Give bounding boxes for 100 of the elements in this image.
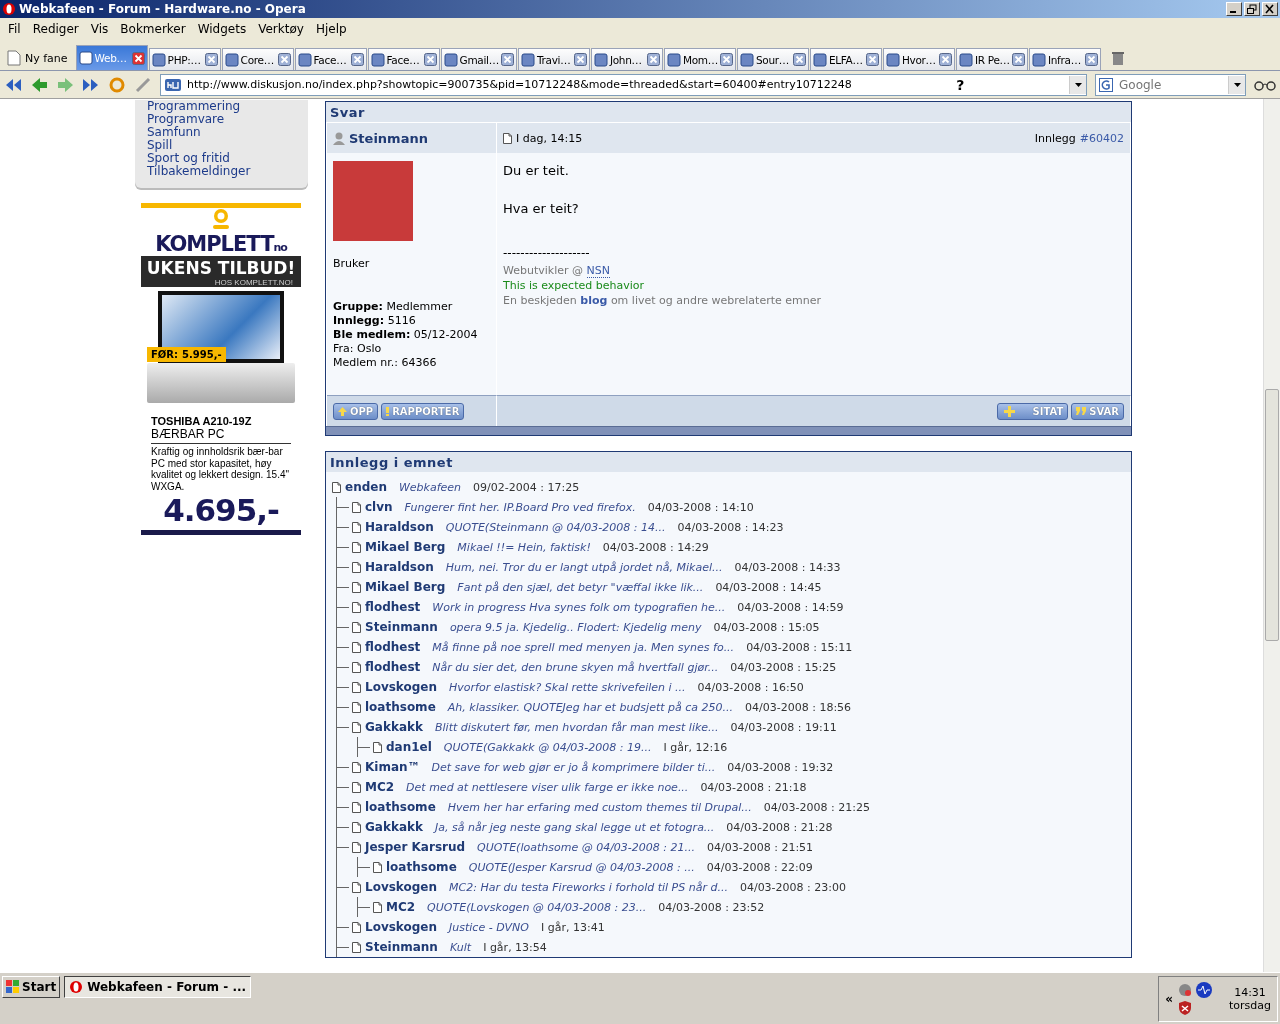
menu-item[interactable]: Rediger bbox=[26, 22, 85, 36]
browser-tab[interactable]: PHP:… bbox=[148, 48, 221, 70]
thread-post-link[interactable]: Kult bbox=[449, 940, 472, 954]
thread-post-link[interactable]: Justice - DVNO bbox=[449, 920, 529, 934]
thread-author-link[interactable]: clvn bbox=[365, 500, 393, 514]
advert-banner[interactable]: KOMPLETTno UKENS TILBUD! HOS KOMPLETT.NO! FØR: 5.995,- TOSHIBA A210-19Z BÆRBAR PC Kraftig og innholdsrik bær-bar PC med stor kapasitet, høy kvalitet og lekkert design. 15.4" WXGA. 4.695,- bbox=[141, 203, 301, 535]
minimize-icon[interactable] bbox=[1226, 2, 1242, 16]
caret-icon[interactable] bbox=[1233, 82, 1241, 87]
favicon-icon bbox=[78, 51, 93, 65]
thread-author-link[interactable]: Mikael Berg bbox=[365, 580, 446, 594]
menu-item[interactable]: Verktøy bbox=[252, 22, 310, 36]
address-field[interactable]: http://www.diskusjon.no/index.php?showtopic=900735&pid=10712248&mode=threaded&start=60400#entry10712248 ? bbox=[160, 73, 1087, 96]
thread-author-link[interactable]: Steinmann bbox=[365, 620, 438, 634]
help-button[interactable]: ? bbox=[857, 76, 1063, 93]
trash-icon[interactable] bbox=[1109, 50, 1126, 66]
page-icon bbox=[352, 941, 361, 953]
thread-post-link[interactable]: Det med at nettlesere viser ulik farge er ikke noe... bbox=[406, 780, 689, 794]
thread-author-link[interactable]: Gakkakk bbox=[365, 820, 423, 834]
sidebar-link[interactable]: Samfunn bbox=[147, 126, 296, 139]
thread-post-link[interactable]: QUOTE(Gakkakk @ 04/03-2008 : 19... bbox=[443, 740, 652, 754]
thread-post-link[interactable]: QUOTE(loathsome @ 04/03-2008 : 21... bbox=[477, 840, 695, 854]
scroll-bar[interactable] bbox=[1263, 99, 1280, 972]
thread-author-link[interactable]: MC2 bbox=[386, 900, 416, 914]
up-arrow-icon bbox=[338, 406, 347, 416]
sidebar-link[interactable]: Tilbakemeldinger bbox=[147, 165, 296, 178]
browser-tab[interactable]: Travi… bbox=[517, 48, 590, 70]
thread-post-link[interactable]: opera 9.5 ja. Kjedelig.. Flodert: Kjedelig meny bbox=[449, 620, 702, 634]
browser-tab[interactable]: Hvor… bbox=[882, 48, 955, 70]
start-button[interactable]: Start bbox=[2, 976, 61, 998]
thread-author-link[interactable]: Haraldson bbox=[365, 560, 434, 574]
thread-post-link[interactable]: Hvorfor elastisk? Skal rette skrivefeilen i ... bbox=[449, 680, 686, 694]
thread-post-link[interactable]: Hvem her har erfaring med custom themes til Drupal... bbox=[447, 800, 752, 814]
thread-author-link[interactable]: Mikael Berg bbox=[365, 540, 446, 554]
author-name[interactable]: Steinmann bbox=[349, 130, 428, 146]
menu-item[interactable]: Widgets bbox=[191, 22, 253, 36]
thread-author-link[interactable]: flodhest bbox=[365, 600, 421, 614]
search-field[interactable]: Google bbox=[1095, 73, 1246, 96]
thread-author-link[interactable]: loathsome bbox=[365, 700, 436, 714]
post-number-link[interactable]: #60402 bbox=[1079, 131, 1124, 145]
sidebar-link[interactable]: Programvare bbox=[147, 113, 296, 126]
thread-post-link[interactable]: Hum, nei. Tror du er langt utpå jordet nå, Mikael... bbox=[445, 560, 723, 574]
thread-author-link[interactable]: Lovskogen bbox=[365, 680, 438, 694]
thread-post-link[interactable]: MC2: Har du testa Fireworks i forhold til PS når d... bbox=[449, 880, 728, 894]
sidebar-link[interactable]: Programmering bbox=[147, 100, 296, 113]
thread-author-link[interactable]: flodhest bbox=[365, 660, 421, 674]
thread-author-link[interactable]: enden bbox=[345, 480, 387, 494]
thread-author-link[interactable]: Lovskogen bbox=[365, 880, 438, 894]
tray-expand-button[interactable]: « bbox=[1165, 992, 1173, 1006]
thread-post-link[interactable]: QUOTE(Lovskogen @ 04/03-2008 : 23... bbox=[427, 900, 647, 914]
thread-author-link[interactable]: Jesper Karsrud bbox=[365, 840, 466, 854]
thread-post-link[interactable]: Ja, så når jeg neste gang skal legge ut et fotogra... bbox=[434, 820, 715, 834]
signature-link[interactable]: NSN bbox=[586, 264, 610, 278]
favicon-icon bbox=[370, 52, 385, 67]
thread-author-link[interactable]: loathsome bbox=[365, 800, 436, 814]
thread-post-link[interactable]: Fant på den sjæl, det betyr "væffal ikke lik... bbox=[457, 580, 704, 594]
thread-author-link[interactable]: Lovskogen bbox=[365, 920, 438, 934]
thread-author-link[interactable]: Steinmann bbox=[365, 940, 438, 954]
taskbar-button[interactable]: Webkafeen - Forum - ... bbox=[64, 976, 252, 998]
thread-author-link[interactable]: MC2 bbox=[365, 780, 395, 794]
thread-author-link[interactable]: Haraldson bbox=[365, 520, 434, 534]
browser-tab[interactable]: Face… bbox=[367, 48, 440, 70]
browser-tab[interactable]: Gmail… bbox=[440, 48, 517, 70]
thread-post-link[interactable]: Mikael !!= Hein, faktisk! bbox=[457, 540, 591, 554]
thread-author-link[interactable]: dan1el bbox=[386, 740, 432, 754]
dropdown-button[interactable] bbox=[1069, 75, 1086, 94]
thread-post-link[interactable]: QUOTE(Steinmann @ 04/03-2008 : 14... bbox=[445, 520, 666, 534]
browser-tab[interactable]: Infra… bbox=[1028, 48, 1101, 70]
shield-icon[interactable] bbox=[1177, 1000, 1193, 1016]
thread-author-link[interactable]: Gakkakk bbox=[365, 720, 423, 734]
browser-tab[interactable]: Face… bbox=[294, 48, 367, 70]
thread-post-link[interactable]: Det save for web gjør er jo å komprimere bilder ti... bbox=[431, 760, 716, 774]
thread-post-link[interactable]: Ah, klassiker. QUOTEJeg har et budsjett på ca 250... bbox=[447, 700, 734, 714]
sidebar-link[interactable]: Sport og fritid bbox=[147, 152, 296, 165]
sidebar-link[interactable]: Spill bbox=[147, 139, 296, 152]
browser-tab[interactable]: ELFA… bbox=[809, 48, 882, 70]
signature-link[interactable]: blog bbox=[580, 294, 608, 307]
menu-item[interactable]: Vis bbox=[84, 22, 115, 36]
thread-post-link[interactable]: Blitt diskutert før, men hvordan får man mest like... bbox=[434, 720, 719, 734]
thread-post-link[interactable]: Når du sier det, den brune skyen må hvertfall gjør... bbox=[432, 660, 719, 674]
wave-icon[interactable] bbox=[1195, 982, 1213, 998]
thread-author-link[interactable]: Kiman™ bbox=[365, 760, 420, 774]
thread-post-link[interactable]: Work in progress Hva synes folk om typografien he... bbox=[432, 600, 726, 614]
thread-post-link[interactable]: Webkafeen bbox=[398, 480, 462, 494]
browser-tab[interactable]: IR Pe… bbox=[955, 48, 1028, 70]
browser-tab[interactable]: John… bbox=[590, 48, 663, 70]
browser-tab[interactable]: Core… bbox=[221, 48, 294, 70]
new-tab-button[interactable]: Ny fane bbox=[3, 46, 72, 70]
thread-post-link[interactable]: Fungerer fint her. IP.Board Pro ved firefox. bbox=[404, 500, 636, 514]
browser-tab[interactable]: Sour… bbox=[736, 48, 809, 70]
browser-tab[interactable]: Mom… bbox=[663, 48, 736, 70]
menu-item[interactable]: Fil bbox=[2, 22, 27, 36]
thread-post-link[interactable]: QUOTE(Jesper Karsrud @ 04/03-2008 : ... bbox=[468, 860, 695, 874]
scroll-thumb[interactable] bbox=[1265, 389, 1279, 641]
menu-item[interactable]: Hjelp bbox=[309, 22, 353, 36]
back-icon[interactable] bbox=[30, 75, 48, 94]
menu-item[interactable]: Bokmerker bbox=[114, 22, 192, 36]
thread-post-link[interactable]: Må finne på noe sprell med menyen ja. Men synes fo... bbox=[432, 640, 735, 654]
thread-author-link[interactable]: flodhest bbox=[365, 640, 421, 654]
thread-author-link[interactable]: loathsome bbox=[386, 860, 457, 874]
restore-icon[interactable] bbox=[1244, 2, 1260, 16]
